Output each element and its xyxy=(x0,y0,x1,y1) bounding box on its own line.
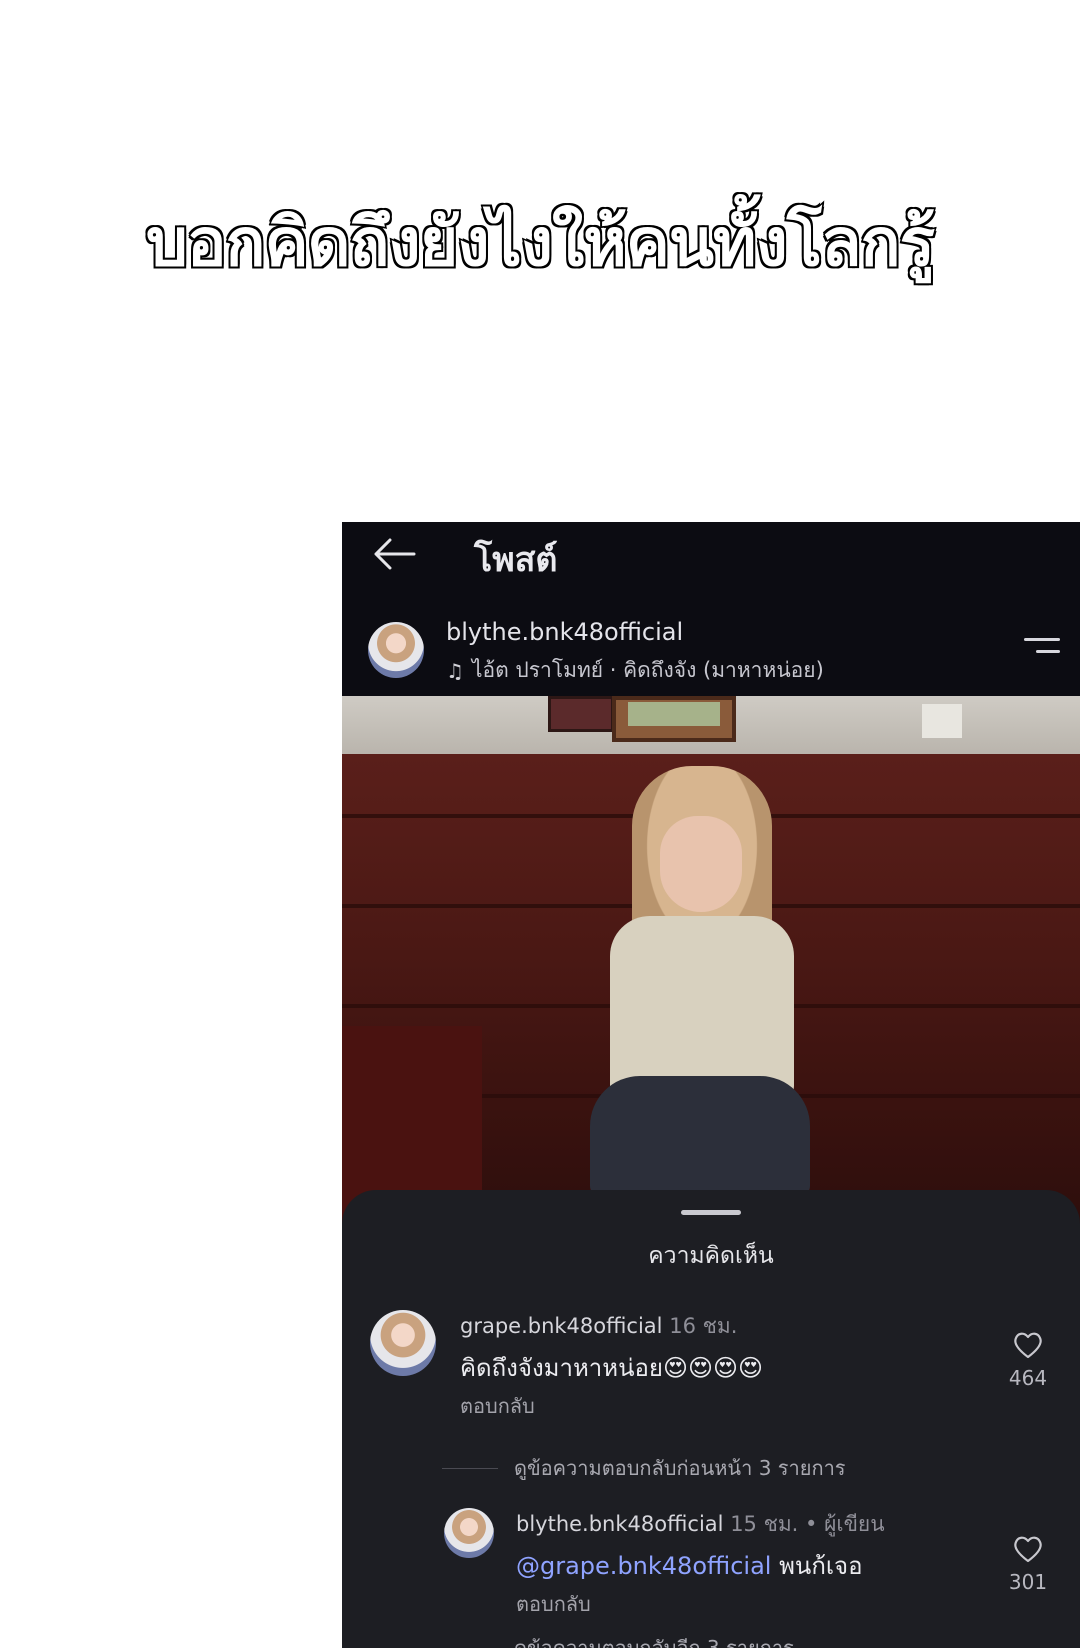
post-header: blythe.bnk48official ♫ ไอ้ต ปราโมทย์ · ค… xyxy=(342,612,1080,698)
reply-header: blythe.bnk48official 15 ชม. • ผู้เขียน xyxy=(516,1508,885,1541)
post-photo[interactable] xyxy=(342,696,1080,1256)
like-count: 464 xyxy=(1008,1366,1048,1390)
mention-link[interactable]: @grape.bnk48official xyxy=(516,1552,771,1580)
comment-text: คิดถึงจังมาหาหน่อย😍😍😍😍 xyxy=(460,1354,764,1382)
reply-button[interactable]: ตอบกลับ xyxy=(460,1390,535,1422)
author-avatar[interactable] xyxy=(368,622,424,678)
top-bar: โพสต์ xyxy=(342,522,1080,592)
like-button[interactable]: 464 xyxy=(998,1330,1058,1390)
page-title: โพสต์ xyxy=(474,540,558,580)
reply-time: 15 ชม. • ผู้เขียน xyxy=(730,1512,885,1536)
like-button[interactable]: 301 xyxy=(998,1534,1058,1594)
reply-body: พนก้เจอ xyxy=(779,1552,863,1580)
comments-sheet: ความคิดเห็น grape.bnk48official 16 ชม. ค… xyxy=(342,1190,1080,1648)
heart-icon xyxy=(1014,1536,1042,1563)
instagram-post-screen: โพสต์ blythe.bnk48official ♫ ไอ้ต ปราโมท… xyxy=(342,522,1080,1648)
reply-button[interactable]: ตอบกลับ xyxy=(516,1588,591,1620)
view-previous-replies[interactable]: ดูข้อความตอบกลับก่อนหน้า 3 รายการ xyxy=(442,1452,846,1484)
comment-item: grape.bnk48official 16 ชม. คิดถึงจังมาหา… xyxy=(342,1310,1080,1420)
commenter-avatar[interactable] xyxy=(370,1310,436,1376)
like-count: 301 xyxy=(1008,1570,1048,1594)
reply-username[interactable]: blythe.bnk48official xyxy=(516,1512,724,1536)
view-more-replies[interactable]: ดูข้อความตอบกลับอีก 3 รายการ xyxy=(442,1632,794,1648)
comments-title: ความคิดเห็น xyxy=(648,1243,774,1269)
drag-handle[interactable] xyxy=(681,1210,741,1215)
arrow-left-icon xyxy=(374,538,416,570)
reply-author-avatar[interactable] xyxy=(444,1508,494,1558)
video-caption: บอกคิดถึงยังไงให้คนทั้งโลกรู้ xyxy=(144,203,936,283)
menu-lines-icon xyxy=(1024,638,1060,641)
reply-text: @grape.bnk48official พนก้เจอ xyxy=(516,1546,863,1585)
menu-button[interactable] xyxy=(1020,632,1060,662)
commenter-username[interactable]: grape.bnk48official xyxy=(460,1314,663,1338)
music-note-icon: ♫ xyxy=(446,658,464,683)
music-info[interactable]: ♫ ไอ้ต ปราโมทย์ · คิดถึงจัง (มาหาหน่อย) xyxy=(446,654,824,687)
reply-item: blythe.bnk48official 15 ชม. • ผู้เขียน @… xyxy=(342,1508,1080,1618)
music-title: ไอ้ต ปราโมทย์ · คิดถึงจัง (มาหาหน่อย) xyxy=(471,658,824,682)
comment-time: 16 ชม. xyxy=(669,1314,738,1338)
author-username[interactable]: blythe.bnk48official xyxy=(446,618,683,646)
back-button[interactable] xyxy=(370,534,418,574)
heart-icon xyxy=(1014,1332,1042,1359)
comment-header: grape.bnk48official 16 ชม. xyxy=(460,1310,737,1343)
